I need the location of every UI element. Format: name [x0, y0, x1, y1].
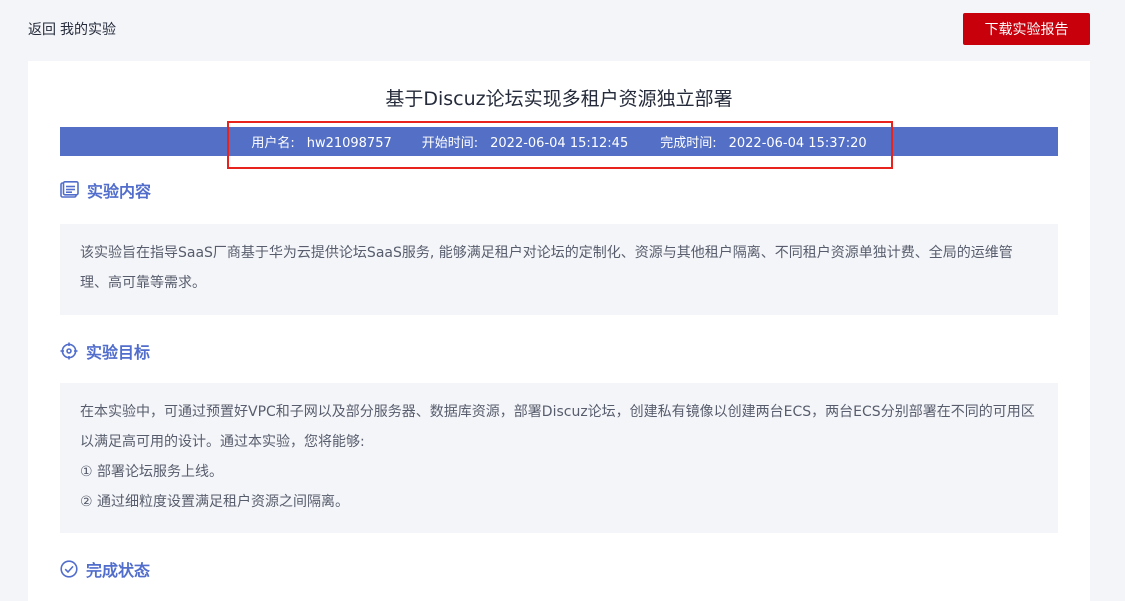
report-title: 基于Discuz论坛实现多租户资源独立部署	[385, 88, 733, 110]
section-goal-box: 在本实验中，可通过预置好VPC和子网以及部分服务器、数据库资源，部署Discuz…	[60, 383, 1058, 533]
check-circle-icon	[60, 560, 78, 578]
top-bar: 返回 我的实验 下载实验报告	[0, 0, 1125, 58]
section-goal-heading: 实验目标	[60, 339, 150, 363]
my-experiments-label[interactable]: 我的实验	[60, 22, 116, 38]
start-time-label: 开始时间:	[421, 136, 479, 151]
section-content-text: 该实验旨在指导SaaS厂商基于华为云提供论坛SaaS服务, 能够满足租户对论坛的…	[80, 245, 1013, 291]
goal-item-2: ② 通过细粒度设置满足租户资源之间隔离。	[80, 494, 349, 510]
back-link[interactable]: 返回 我的实验	[28, 19, 116, 39]
section-goal-text: 在本实验中，可通过预置好VPC和子网以及部分服务器、数据库资源，部署Discuz…	[80, 404, 1035, 450]
end-time-value: 2022-06-04 15:37:20	[728, 136, 867, 151]
section-status-heading: 完成状态	[60, 557, 150, 581]
end-time-label: 完成时间:	[660, 136, 717, 151]
username-label: 用户名:	[251, 136, 295, 151]
section-content-box: 该实验旨在指导SaaS厂商基于华为云提供论坛SaaS服务, 能够满足租户对论坛的…	[60, 224, 1058, 315]
info-band: 用户名: hw21098757 开始时间: 2022-06-04 15:12:45 …	[60, 127, 1058, 156]
target-icon	[60, 342, 78, 360]
back-label[interactable]: 返回	[28, 22, 56, 38]
username-value: hw21098757	[306, 136, 392, 151]
section-content-heading: 实验内容	[60, 178, 151, 202]
goal-item-1: ① 部署论坛服务上线。	[80, 464, 224, 480]
section-content-title: 实验内容	[87, 182, 152, 201]
download-report-button[interactable]: 下载实验报告	[963, 13, 1090, 45]
start-time-info: 开始时间: 2022-06-04 15:12:45	[422, 132, 628, 151]
content-icon	[60, 181, 79, 198]
username-info: 用户名: hw21098757	[251, 132, 391, 151]
report-card: 基于Discuz论坛实现多租户资源独立部署 用户名: hw21098757 开始时…	[28, 61, 1090, 601]
end-time-info: 完成时间: 2022-06-04 15:37:20	[660, 132, 866, 151]
section-status-title: 完成状态	[86, 561, 151, 580]
section-goal-title: 实验目标	[86, 343, 151, 362]
start-time-value: 2022-06-04 15:12:45	[490, 136, 629, 151]
